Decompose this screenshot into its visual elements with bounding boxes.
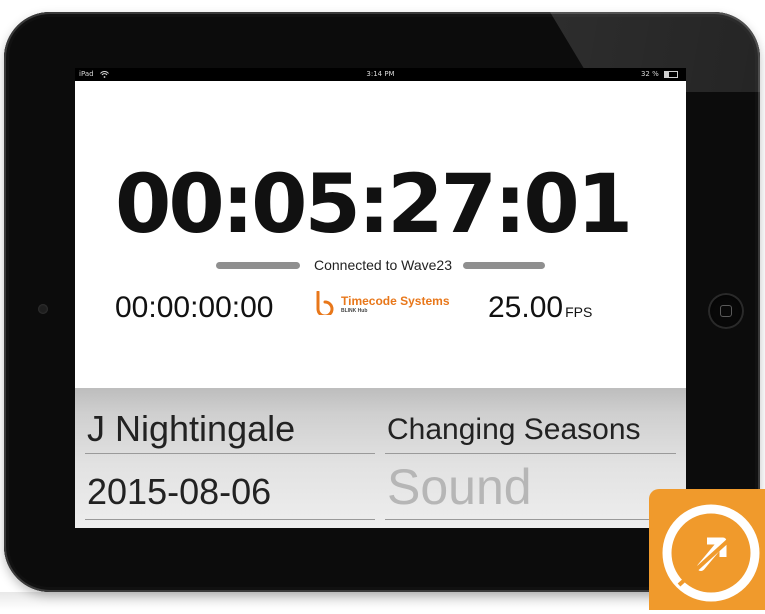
app-badge <box>649 489 765 610</box>
name-underline <box>85 453 375 454</box>
date-field[interactable]: 2015-08-06 <box>87 471 271 513</box>
production-underline <box>385 453 676 454</box>
ipad-frame: iPad 3:14 PM 32 % 00:05:27:01 Connected … <box>4 12 760 592</box>
logo-subtitle: BLINK Hub <box>341 308 368 314</box>
frame-rate-value: 25.00 <box>488 291 564 324</box>
frame-rate: 25.00 FPS <box>488 291 592 325</box>
secondary-timecode: 00:00:00:00 <box>115 291 274 324</box>
battery-percent: 32 % <box>640 70 659 78</box>
status-right: 32 % <box>641 68 678 81</box>
home-square-icon <box>720 305 732 317</box>
status-bar: iPad 3:14 PM 32 % <box>75 68 686 81</box>
home-button[interactable] <box>708 293 744 329</box>
app-screen: iPad 3:14 PM 32 % 00:05:27:01 Connected … <box>75 68 686 528</box>
frame-rate-unit: FPS <box>565 304 593 320</box>
name-field[interactable]: J Nightingale <box>87 408 295 450</box>
department-underline <box>385 519 676 520</box>
status-time: 3:14 PM <box>366 70 395 78</box>
department-field[interactable]: Sound <box>387 458 532 516</box>
sync-arrows-icon <box>662 504 760 602</box>
connection-bar-right <box>463 262 545 269</box>
date-underline <box>85 519 375 520</box>
logo-name: Timecode Systems <box>341 294 450 308</box>
connection-bar-left <box>216 262 300 269</box>
camera-icon <box>38 304 48 314</box>
timecode-systems-logo: Timecode Systems BLINK Hub <box>315 291 455 321</box>
production-field[interactable]: Changing Seasons <box>387 413 641 447</box>
main-timecode: 00:05:27:01 <box>115 158 633 252</box>
connection-status: Connected to Wave23 <box>313 257 452 273</box>
logo-mark-icon <box>316 291 334 315</box>
battery-icon <box>664 70 678 78</box>
battery-fill <box>665 71 669 77</box>
